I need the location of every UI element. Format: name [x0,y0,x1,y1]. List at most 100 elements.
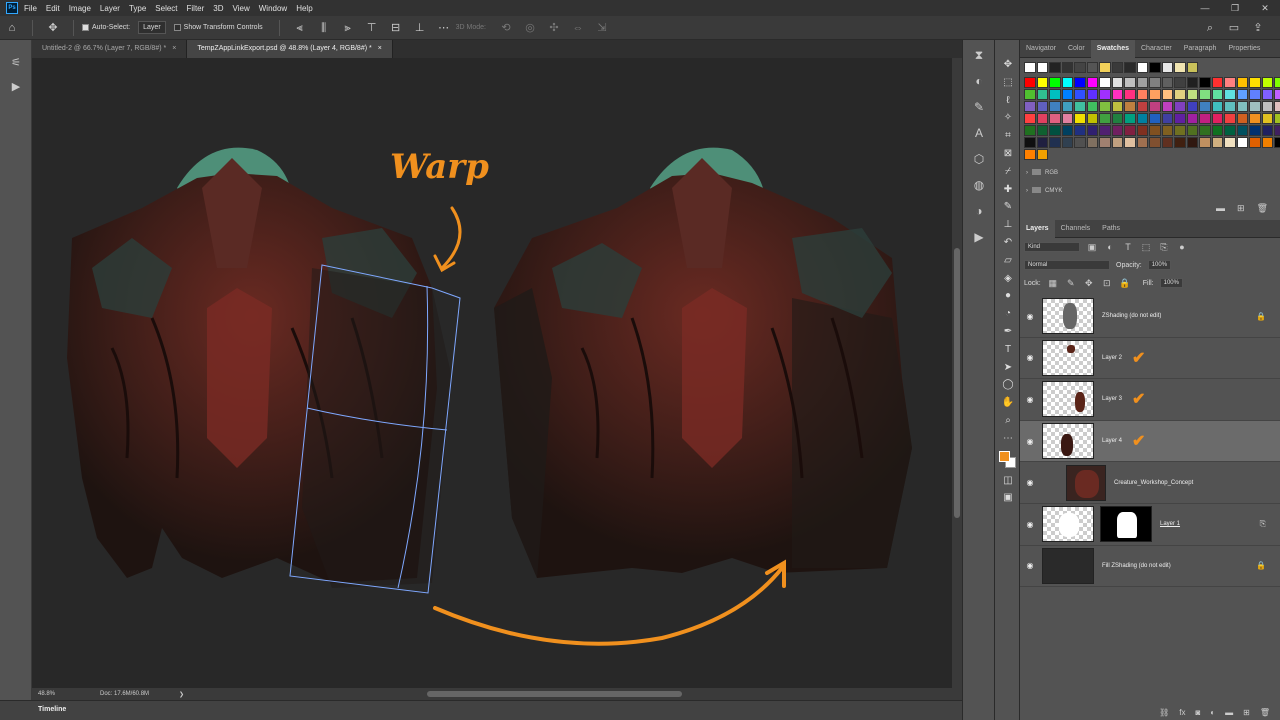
3d-icon[interactable]: ⬡ [968,148,990,170]
color-swatch[interactable] [1024,113,1036,124]
color-swatch[interactable] [1049,62,1061,73]
color-swatch[interactable] [1024,149,1036,160]
new-layer-icon[interactable]: ⊞ [1243,708,1250,717]
tab-channels[interactable]: Channels [1055,220,1097,238]
close-tab-icon[interactable]: × [378,45,382,52]
move-tool-icon[interactable]: ✥ [46,21,60,35]
align-top-icon[interactable]: ⊤ [365,21,379,35]
color-swatch[interactable] [1061,89,1073,100]
history-icon[interactable]: ⧗ [968,44,990,66]
zoom-tool-icon[interactable]: ⌕ [999,412,1017,430]
menu-window[interactable]: Window [259,4,287,13]
3d-rotate-icon[interactable]: ⟲ [499,21,513,35]
zoom-level[interactable]: 48.8% [38,691,78,697]
color-swatch[interactable] [1086,125,1098,136]
visibility-eye-icon[interactable]: ◉ [1020,561,1040,570]
color-swatch[interactable] [1036,137,1048,148]
eyedropper-tool-icon[interactable]: ⌿ [999,163,1017,181]
color-swatch[interactable] [1024,101,1036,112]
color-picker[interactable] [998,450,1018,470]
color-swatch[interactable] [1136,101,1148,112]
color-swatch[interactable] [1236,101,1248,112]
lock-all-icon[interactable]: 🔒 [1119,277,1131,289]
lasso-tool-icon[interactable]: ℓ [999,92,1017,110]
search-icon[interactable]: ⌕ [1203,21,1217,35]
color-swatch[interactable] [1174,137,1186,148]
filter-pixel-icon[interactable]: ▣ [1086,241,1098,253]
visibility-eye-icon[interactable]: ◉ [1020,437,1040,446]
color-swatch[interactable] [1111,77,1123,88]
color-swatch[interactable] [1111,137,1123,148]
dodge-tool-icon[interactable]: ◔ [999,305,1017,323]
color-swatch[interactable] [1074,113,1086,124]
color-swatch[interactable] [1236,89,1248,100]
color-swatch[interactable] [1249,125,1261,136]
color-swatch[interactable] [1211,101,1223,112]
color-swatch[interactable] [1199,77,1211,88]
color-swatch[interactable] [1049,101,1061,112]
color-swatch[interactable] [1274,137,1280,148]
styles-icon[interactable]: ◍ [968,174,990,196]
layer-row[interactable]: ◉ ZShading (do not edit) 🔒 [1020,296,1280,338]
color-swatch[interactable] [1149,137,1161,148]
color-swatch[interactable] [1099,62,1111,73]
color-swatch[interactable] [1161,101,1173,112]
new-group-icon[interactable]: ▬ [1225,708,1233,717]
maximize-button[interactable]: ❐ [1220,0,1250,16]
color-swatch[interactable] [1149,77,1161,88]
color-swatch[interactable] [1224,125,1236,136]
3d-scale-icon[interactable]: ⇲ [595,21,609,35]
layer-name[interactable]: ZShading (do not edit) [1102,313,1161,319]
color-swatch[interactable] [1161,125,1173,136]
color-swatch[interactable] [1224,89,1236,100]
color-swatch[interactable] [1036,62,1048,73]
marquee-tool-icon[interactable]: ⬚ [999,74,1017,92]
libraries-icon[interactable]: ◑ [968,200,990,222]
color-swatch[interactable] [1236,77,1248,88]
lock-artboard-icon[interactable]: ⊡ [1101,277,1113,289]
filter-toggle-icon[interactable]: ● [1176,241,1188,253]
color-swatch[interactable] [1199,89,1211,100]
color-swatch[interactable] [1261,125,1273,136]
color-swatch[interactable] [1074,89,1086,100]
color-swatch[interactable] [1136,89,1148,100]
stamp-tool-icon[interactable]: ⊥ [999,216,1017,234]
layer-name[interactable]: Layer 1 [1160,521,1180,527]
color-swatch[interactable] [1174,125,1186,136]
blend-mode-dropdown[interactable]: Normal [1024,260,1110,270]
frame-tool-icon[interactable]: ⊠ [999,145,1017,163]
visibility-eye-icon[interactable]: ◉ [1020,478,1040,487]
align-bottom-icon[interactable]: ⊥ [413,21,427,35]
color-swatch[interactable] [1174,77,1186,88]
color-swatch[interactable] [1036,77,1048,88]
adjustment-layer-icon[interactable]: ◐ [1210,708,1215,717]
fill-input[interactable]: 100% [1159,278,1183,288]
color-swatch[interactable] [1074,125,1086,136]
tab-paragraph[interactable]: Paragraph [1178,40,1223,58]
color-swatch[interactable] [1161,137,1173,148]
color-swatch[interactable] [1149,125,1161,136]
color-swatch[interactable] [1136,137,1148,148]
color-swatch[interactable] [1086,101,1098,112]
show-transform-checkbox[interactable] [173,24,181,31]
color-swatch[interactable] [1199,101,1211,112]
blur-tool-icon[interactable]: ● [999,287,1017,305]
quick-mask-icon[interactable]: ◫ [999,472,1017,490]
color-swatch[interactable] [1099,113,1111,124]
tab-tempzapplinkexport[interactable]: TempZAppLinkExport.psd @ 48.8% (Layer 4,… [187,40,393,58]
share-icon[interactable]: ⇪ [1251,21,1265,35]
color-swatch[interactable] [1136,77,1148,88]
color-swatch[interactable] [1099,89,1111,100]
hand-tool-icon[interactable]: ✋ [999,394,1017,412]
color-swatch[interactable] [1274,77,1280,88]
brush-tool-icon[interactable]: ✎ [999,198,1017,216]
color-swatch[interactable] [1024,62,1036,73]
color-swatch[interactable] [1149,89,1161,100]
delete-layer-icon[interactable]: 🗑 [1260,708,1270,717]
timeline-panel-tab[interactable]: Timeline [0,700,962,720]
visibility-eye-icon[interactable]: ◉ [1020,353,1040,362]
move-tool-icon[interactable]: ✥ [999,56,1017,74]
layer-row[interactable]: ◉ Fill ZShading (do not edit) 🔒 [1020,546,1280,588]
workspace-icon[interactable]: ▭ [1227,21,1241,35]
color-swatch[interactable] [1211,113,1223,124]
